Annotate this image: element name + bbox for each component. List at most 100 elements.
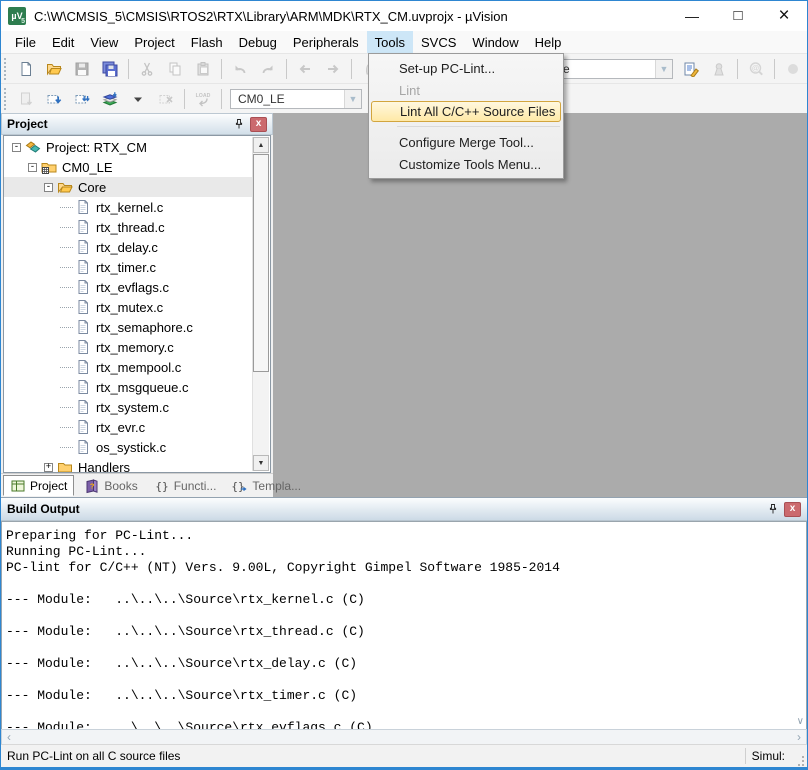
tree-expander-minus[interactable]: -	[12, 143, 21, 152]
tree-item-rtx-kernel-c[interactable]: rtx_kernel.c	[4, 197, 252, 217]
minimize-button[interactable]: —	[669, 1, 715, 31]
tree-item-rtx-msgqueue-c[interactable]: rtx_msgqueue.c	[4, 377, 252, 397]
file-icon	[75, 299, 91, 315]
tree-item-label: rtx_memory.c	[96, 340, 174, 355]
file-icon	[75, 199, 91, 215]
menu-item-edit[interactable]: Edit	[44, 31, 82, 53]
status-bar: Run PC-Lint on all C source files Simul:	[1, 744, 807, 767]
svg-text:@: @	[752, 63, 760, 72]
tab-label: Project	[30, 479, 67, 493]
menu-item-window[interactable]: Window	[464, 31, 526, 53]
tree-item-rtx-memory-c[interactable]: rtx_memory.c	[4, 337, 252, 357]
find-in-files-button[interactable]	[678, 57, 704, 81]
tree-expander-minus[interactable]: -	[44, 183, 53, 192]
build-button[interactable]	[41, 87, 67, 111]
file-icon	[75, 339, 91, 355]
tree-item-core[interactable]: - Core	[4, 177, 252, 197]
chevron-down-icon[interactable]: ▼	[655, 60, 672, 78]
toolbar-separator	[737, 59, 738, 79]
tree-item-rtx-evflags-c[interactable]: rtx_evflags.c	[4, 277, 252, 297]
project-panel-title: Project	[7, 117, 48, 131]
build-output-panel: Build Output x Preparing for PC-Lint... …	[1, 497, 807, 745]
batch-build-button[interactable]	[97, 87, 123, 111]
menu-item-flash[interactable]: Flash	[183, 31, 231, 53]
project-panel-close-button[interactable]: x	[250, 117, 267, 132]
menu-separator	[397, 126, 560, 127]
redo-icon	[260, 61, 276, 77]
tab-project[interactable]: Project	[3, 475, 74, 496]
tree-item-rtx-thread-c[interactable]: rtx_thread.c	[4, 217, 252, 237]
svg-text:LOAD: LOAD	[196, 93, 211, 99]
nav-back-icon	[297, 61, 313, 77]
cut-button	[134, 57, 160, 81]
tools-menu-item-customize-tools-menu[interactable]: Customize Tools Menu...	[369, 153, 563, 175]
menu-item-help[interactable]: Help	[527, 31, 570, 53]
menu-item-project[interactable]: Project	[126, 31, 182, 53]
svg-text:{}: {}	[155, 480, 168, 493]
scroll-up-button[interactable]: ▲	[253, 137, 269, 153]
caret-down-button[interactable]	[125, 87, 151, 111]
file-icon	[75, 439, 91, 455]
tree-expander-plus[interactable]: +	[44, 463, 53, 472]
toolbar-grip[interactable]	[4, 58, 9, 80]
record-icon	[785, 61, 801, 77]
menu-item-debug[interactable]: Debug	[231, 31, 285, 53]
tree-item-label: Project: RTX_CM	[46, 140, 147, 155]
file-icon	[75, 319, 91, 335]
menu-item-tools[interactable]: Tools	[367, 31, 413, 53]
scroll-down-chevron-icon[interactable]: ∨	[797, 716, 804, 727]
menu-item-peripherals[interactable]: Peripherals	[285, 31, 367, 53]
menu-item-view[interactable]: View	[82, 31, 126, 53]
toolbar-separator	[774, 59, 775, 79]
pin-button[interactable]	[765, 501, 781, 517]
toolbar-grip[interactable]	[4, 88, 9, 110]
chevron-down-icon[interactable]: ▼	[344, 90, 361, 108]
menu-item-file[interactable]: File	[7, 31, 44, 53]
tree-scrollbar[interactable]: ▲ ▼	[252, 137, 269, 471]
tab-functi[interactable]: {} Functi...	[148, 475, 223, 496]
target-select[interactable]: CM0_LE ▼	[230, 89, 362, 109]
tab-label: Books	[104, 479, 137, 493]
tree-expander-minus[interactable]: -	[28, 163, 37, 172]
save-all-button[interactable]	[97, 57, 123, 81]
tree-connector	[60, 407, 73, 408]
resize-grip[interactable]	[791, 753, 805, 767]
scroll-thumb[interactable]	[253, 154, 269, 372]
pin-button[interactable]	[231, 116, 247, 132]
maximize-button[interactable]: □	[715, 1, 761, 31]
tools-menu-item-set-up-pc-lint[interactable]: Set-up PC-Lint...	[369, 57, 563, 79]
tree-item-project-rtx-cm[interactable]: - Project: RTX_CM	[4, 137, 252, 157]
file-icon	[75, 299, 91, 315]
panel-tab-bar: Project ? Books {} Functi... {} Templa..…	[1, 473, 273, 497]
build-output-hscrollbar[interactable]: ‹ ›	[1, 729, 807, 745]
file-icon	[75, 379, 91, 395]
tools-menu-item-lint-all-c-c-source-files[interactable]: Lint All C/C++ Source Files	[371, 101, 561, 122]
scroll-down-button[interactable]: ▼	[253, 455, 269, 471]
open-folder-button[interactable]	[41, 57, 67, 81]
tree-item-os-systick-c[interactable]: os_systick.c	[4, 437, 252, 457]
tree-connector	[60, 227, 73, 228]
tree-item-rtx-evr-c[interactable]: rtx_evr.c	[4, 417, 252, 437]
close-button[interactable]: ×	[761, 1, 807, 31]
tab-books[interactable]: ? Books	[78, 475, 143, 496]
save-all-icon	[102, 61, 118, 77]
menu-item-svcs[interactable]: SVCS	[413, 31, 464, 53]
tree-item-rtx-semaphore-c[interactable]: rtx_semaphore.c	[4, 317, 252, 337]
tab-templa[interactable]: {} Templa...	[226, 475, 307, 496]
zoom-at-icon: @	[748, 61, 764, 77]
tree-item-cm0-le[interactable]: -CM0_LE	[4, 157, 252, 177]
tree-item-rtx-mempool-c[interactable]: rtx_mempool.c	[4, 357, 252, 377]
tree-item-rtx-system-c[interactable]: rtx_system.c	[4, 397, 252, 417]
copy-button	[162, 57, 188, 81]
braces-arrow-icon: {}	[232, 478, 248, 494]
tree-item-handlers[interactable]: +Handlers	[4, 457, 252, 473]
build-output-close-button[interactable]: x	[784, 502, 801, 517]
tree-item-rtx-mutex-c[interactable]: rtx_mutex.c	[4, 297, 252, 317]
tree-item-label: Core	[78, 180, 106, 195]
new-file-button[interactable]	[13, 57, 39, 81]
tools-menu-item-configure-merge-tool[interactable]: Configure Merge Tool...	[369, 131, 563, 153]
rebuild-button[interactable]	[69, 87, 95, 111]
tree-item-rtx-timer-c[interactable]: rtx_timer.c	[4, 257, 252, 277]
tree-connector	[60, 327, 73, 328]
tree-item-rtx-delay-c[interactable]: rtx_delay.c	[4, 237, 252, 257]
